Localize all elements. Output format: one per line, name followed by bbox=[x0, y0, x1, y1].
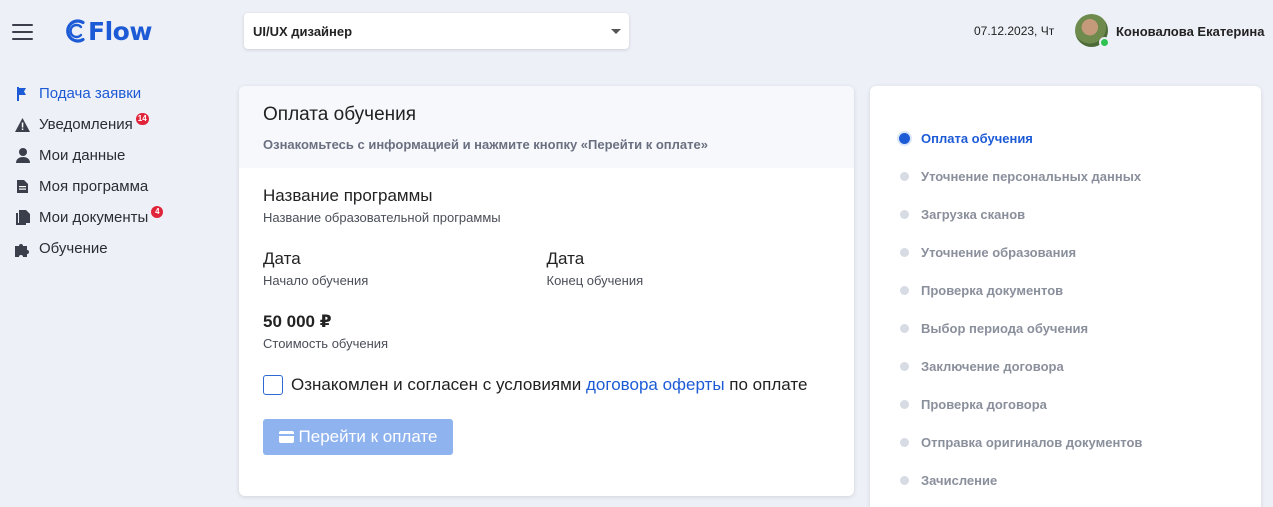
step-label: Зачисление bbox=[921, 472, 998, 488]
user-icon bbox=[14, 148, 31, 164]
sidebar-item-notifications[interactable]: Уведомления 14 bbox=[14, 109, 163, 140]
sidebar: Подача заявки Уведомления 14 Мои данные … bbox=[14, 78, 164, 264]
step-dot-icon bbox=[900, 437, 909, 447]
program-select-value: UI/UX дизайнер bbox=[253, 23, 353, 39]
program-name-label: Название образовательной программы bbox=[263, 210, 501, 225]
end-date-value: Дата bbox=[546, 249, 585, 268]
logo-text: Flow bbox=[88, 16, 152, 46]
offer-contract-link[interactable]: договора оферты bbox=[586, 375, 725, 394]
step-dot-icon bbox=[900, 399, 909, 409]
program-name: Название программы bbox=[263, 186, 433, 205]
step-dot-icon bbox=[900, 285, 909, 295]
step-dot-icon bbox=[900, 171, 909, 181]
step-label: Загрузка сканов bbox=[921, 206, 1026, 222]
document-icon bbox=[14, 179, 31, 195]
puzzle-icon bbox=[14, 241, 31, 257]
logo[interactable]: Flow bbox=[62, 15, 152, 47]
step-label: Оплата обучения bbox=[921, 130, 1033, 146]
sidebar-item-my-documents[interactable]: Мои документы 4 bbox=[14, 202, 164, 233]
card-body: Название программы Название образователь… bbox=[239, 168, 854, 455]
online-status-icon bbox=[1099, 37, 1110, 48]
sidebar-item-label: Моя программа bbox=[39, 178, 149, 195]
step-payment[interactable]: Оплата обучения bbox=[870, 119, 1261, 157]
step-study-period[interactable]: Выбор периода обучения bbox=[870, 309, 1261, 347]
sidebar-item-label: Мои документы bbox=[39, 209, 149, 226]
documents-badge: 4 bbox=[151, 205, 164, 218]
page-title: Оплата обучения bbox=[263, 104, 417, 125]
program-select[interactable]: UI/UX дизайнер bbox=[244, 13, 629, 49]
step-label: Уточнение образования bbox=[921, 244, 1077, 260]
sidebar-item-label: Обучение bbox=[39, 240, 108, 257]
agreement-text-before: Ознакомлен и согласен с условиями bbox=[291, 375, 586, 394]
user-name[interactable]: Коновалова Екатерина bbox=[1116, 24, 1264, 39]
step-dot-icon bbox=[900, 361, 909, 371]
agreement-text: Ознакомлен и согласен с условиями догово… bbox=[291, 375, 807, 395]
sidebar-item-application[interactable]: Подача заявки bbox=[14, 78, 163, 109]
notification-badge: 14 bbox=[135, 112, 149, 125]
program-block: Название программы Название образователь… bbox=[263, 186, 830, 225]
step-label: Проверка договора bbox=[921, 396, 1047, 412]
step-dot-icon bbox=[900, 323, 909, 333]
sidebar-item-my-data[interactable]: Мои данные bbox=[14, 140, 163, 171]
step-education[interactable]: Уточнение образования bbox=[870, 233, 1261, 271]
step-dot-icon bbox=[900, 247, 909, 257]
card-header: Оплата обучения Ознакомьтесь с информаци… bbox=[239, 86, 854, 168]
sidebar-item-learning[interactable]: Обучение bbox=[14, 233, 163, 264]
step-label: Уточнение персональных данных bbox=[921, 168, 1142, 184]
end-date-label: Конец обучения bbox=[546, 273, 644, 288]
step-enrollment[interactable]: Зачисление bbox=[870, 461, 1261, 499]
step-document-check[interactable]: Проверка документов bbox=[870, 271, 1261, 309]
step-contract-check[interactable]: Проверка договора bbox=[870, 385, 1261, 423]
step-label: Выбор периода обучения bbox=[921, 320, 1089, 336]
price-label: Стоимость обучения bbox=[263, 336, 389, 351]
start-date-value: Дата bbox=[263, 249, 301, 268]
agreement-row: Ознакомлен и согласен с условиями догово… bbox=[263, 375, 830, 395]
step-contract[interactable]: Заключение договора bbox=[870, 347, 1261, 385]
payment-card: Оплата обучения Ознакомьтесь с информаци… bbox=[239, 86, 854, 496]
step-dot-icon bbox=[900, 475, 909, 485]
step-label: Заключение договора bbox=[921, 358, 1064, 374]
step-send-originals[interactable]: Отправка оригиналов документов bbox=[870, 423, 1261, 461]
logo-icon bbox=[66, 19, 85, 43]
chevron-down-icon bbox=[611, 29, 621, 34]
step-dot-icon bbox=[900, 209, 909, 219]
menu-icon[interactable] bbox=[12, 24, 33, 40]
page-subtitle: Ознакомьтесь с информацией и нажмите кно… bbox=[263, 137, 708, 152]
warning-icon bbox=[14, 117, 31, 133]
end-date-block: Дата Конец обучения bbox=[547, 249, 831, 288]
step-label: Проверка документов bbox=[921, 282, 1064, 298]
avatar[interactable] bbox=[1075, 14, 1110, 48]
agreement-text-after: по оплате bbox=[724, 375, 808, 394]
start-date-block: Дата Начало обучения bbox=[263, 249, 547, 288]
go-to-payment-label: Перейти к оплате bbox=[298, 427, 438, 446]
agreement-checkbox[interactable] bbox=[263, 375, 283, 395]
step-personal-data[interactable]: Уточнение персональных данных bbox=[870, 157, 1261, 195]
flag-icon bbox=[14, 86, 31, 102]
go-to-payment-button[interactable]: Перейти к оплате bbox=[263, 419, 453, 455]
credit-card-icon bbox=[278, 431, 294, 443]
step-upload-scans[interactable]: Загрузка сканов bbox=[870, 195, 1261, 233]
start-date-label: Начало обучения bbox=[263, 273, 369, 288]
price-value: 50 000 ₽ bbox=[263, 312, 332, 331]
step-label: Отправка оригиналов документов bbox=[921, 434, 1143, 450]
documents-icon bbox=[14, 210, 31, 226]
current-date: 07.12.2023, Чт bbox=[974, 24, 1055, 38]
sidebar-item-label: Уведомления bbox=[39, 116, 133, 133]
step-dot-icon bbox=[899, 132, 910, 144]
sidebar-item-label: Подача заявки bbox=[39, 85, 142, 102]
dates-row: Дата Начало обучения Дата Конец обучения bbox=[263, 249, 830, 288]
sidebar-item-label: Мои данные bbox=[39, 147, 126, 164]
sidebar-item-my-program[interactable]: Моя программа bbox=[14, 171, 163, 202]
steps-panel: Оплата обучения Уточнение персональных д… bbox=[870, 86, 1261, 507]
